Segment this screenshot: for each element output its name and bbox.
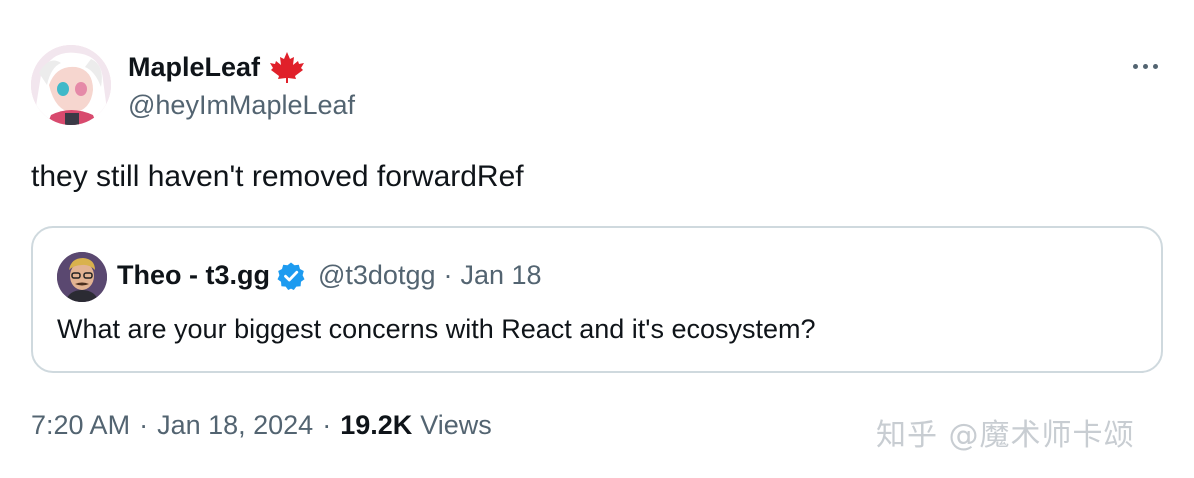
author-name-label: MapleLeaf xyxy=(128,51,261,82)
more-options-icon-dot xyxy=(1142,63,1148,69)
meta-separator: · xyxy=(139,410,149,440)
more-options-icon-dot xyxy=(1152,63,1158,69)
quote-avatar[interactable] xyxy=(57,252,107,302)
more-options-button[interactable] xyxy=(1126,52,1164,80)
quote-separator: · xyxy=(443,260,453,290)
quote-avatar-image xyxy=(57,252,107,302)
tweet-meta: 7:20 AM · Jan 18, 2024 · 19.2K Views xyxy=(31,410,492,441)
quote-text: What are your biggest concerns with Reac… xyxy=(57,314,816,344)
views-count: 19.2K xyxy=(340,410,413,440)
quote-header: Theo - t3.gg @t3dotgg · Jan 18 xyxy=(117,260,542,291)
quoted-tweet-card[interactable]: Theo - t3.gg @t3dotgg · Jan 18 What are … xyxy=(31,226,1163,373)
tweet-text: they still haven't removed forwardRef xyxy=(31,160,524,193)
author-avatar[interactable] xyxy=(31,45,111,125)
tweet-time[interactable]: 7:20 AM xyxy=(31,410,130,441)
author-handle[interactable]: @heyImMapleLeaf xyxy=(128,90,355,121)
quote-author-handle[interactable]: @t3dotgg xyxy=(318,260,436,291)
quote-date[interactable]: Jan 18 xyxy=(460,260,541,291)
watermark: 知乎 @魔术师卡颂 xyxy=(876,418,1135,453)
meta-separator: · xyxy=(322,410,332,440)
maple-leaf-icon xyxy=(268,50,306,84)
author-name[interactable]: MapleLeaf xyxy=(128,50,306,84)
verified-badge-icon xyxy=(276,261,306,291)
tweet-date[interactable]: Jan 18, 2024 xyxy=(157,410,313,441)
author-avatar-image xyxy=(31,45,111,125)
more-options-icon xyxy=(1132,63,1138,69)
quote-author-name[interactable]: Theo - t3.gg xyxy=(117,260,270,291)
views-label: Views xyxy=(420,410,492,440)
